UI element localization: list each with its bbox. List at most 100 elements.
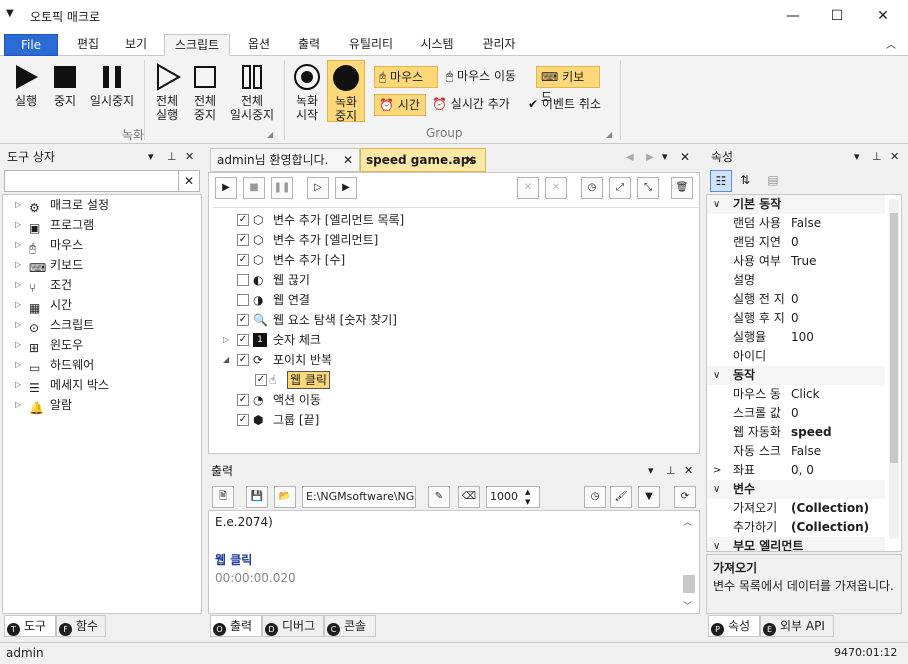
tab-system[interactable]: 시스템: [410, 34, 464, 56]
checkbox[interactable]: ✓: [255, 374, 267, 386]
close-icon[interactable]: ✕: [890, 146, 899, 168]
tab-edit[interactable]: 편집: [66, 34, 110, 56]
pause-button[interactable]: 일시중지: [86, 60, 138, 108]
dropdown-icon[interactable]: ▾: [148, 146, 154, 168]
dropdown-icon[interactable]: ▾: [854, 146, 860, 168]
tab-view[interactable]: 보기: [114, 34, 158, 56]
checkbox[interactable]: ✓: [237, 234, 249, 246]
step-icon[interactable]: ▷: [307, 177, 329, 199]
scroll-down-icon[interactable]: ﹀: [683, 599, 692, 612]
folder-icon[interactable]: 📂: [274, 486, 296, 508]
pause-icon[interactable]: ❚❚: [271, 177, 293, 199]
checkbox[interactable]: [237, 274, 249, 286]
property-row[interactable]: 실행 전 지0: [707, 290, 885, 309]
remove-all-icon[interactable]: ✕: [545, 177, 567, 199]
checkbox[interactable]: ✓: [237, 254, 249, 266]
event-cancel-toggle[interactable]: ✔ 이벤트 취소: [524, 94, 616, 116]
clear-icon[interactable]: ✎: [428, 486, 450, 508]
checkbox[interactable]: ✓: [237, 334, 249, 346]
mouse-move-toggle[interactable]: 🖱 마우스 이동: [442, 66, 534, 88]
property-row[interactable]: 추가하기 (Collection): [707, 518, 885, 537]
checkbox[interactable]: ✓: [237, 354, 249, 366]
stepper-arrows-icon[interactable]: ▲ ▼: [525, 487, 530, 507]
close-icon[interactable]: ✕: [185, 146, 194, 168]
remove-icon[interactable]: ✕: [517, 177, 539, 199]
play-box-icon[interactable]: ▶: [335, 177, 357, 199]
alphabetical-sort-icon[interactable]: ⇅: [734, 170, 756, 192]
expand-icon[interactable]: ⤢: [609, 177, 631, 199]
tab-debug[interactable]: D 디버그: [262, 615, 324, 637]
play-icon[interactable]: ▶: [215, 177, 237, 199]
close-icon[interactable]: ✕: [343, 149, 353, 171]
property-row[interactable]: 랜덤 사용 False: [707, 214, 885, 233]
checkbox[interactable]: ✓: [237, 394, 249, 406]
categorized-icon[interactable]: ☷: [710, 170, 732, 192]
expand-icon[interactable]: >: [713, 461, 721, 480]
record-stop-button[interactable]: 녹화 중지: [327, 60, 365, 123]
property-row[interactable]: 스크롤 값0: [707, 404, 885, 423]
fill-icon[interactable]: ▼: [638, 486, 660, 508]
tab-output[interactable]: 출력: [286, 34, 332, 56]
property-row[interactable]: 실행 후 지0: [707, 309, 885, 328]
property-row[interactable]: 설명: [707, 271, 885, 290]
pause-all-button[interactable]: 전체 일시중지: [224, 60, 280, 122]
run-all-button[interactable]: 전체 실행: [148, 60, 186, 122]
record-start-button[interactable]: 녹화 시작: [290, 60, 324, 122]
system-menu-icon[interactable]: ▼: [6, 8, 14, 19]
keyboard-record-toggle[interactable]: ⌨ 키보드: [536, 66, 600, 104]
dropdown-icon[interactable]: ▾: [648, 460, 654, 482]
doc-tab-speed-game[interactable]: speed game.aps ✕: [360, 148, 486, 172]
scroll-up-icon[interactable]: ︿: [683, 515, 692, 528]
property-row[interactable]: 웹 자동화 speed: [707, 423, 885, 442]
category-basic-action[interactable]: ∨ 기본 동작: [707, 195, 885, 214]
stop-icon[interactable]: ■: [243, 177, 265, 199]
scrollbar-thumb[interactable]: [683, 575, 695, 593]
minimize-button[interactable]: —: [770, 0, 816, 32]
tab-options[interactable]: 옵션: [236, 34, 282, 56]
property-row[interactable]: 가져오기 (Collection): [707, 499, 885, 518]
expand-arrow-icon[interactable]: ▷: [223, 330, 229, 350]
toolbox-search-input[interactable]: [4, 170, 180, 192]
category-variables[interactable]: ∨ 변수: [707, 480, 885, 499]
stop-all-button[interactable]: 전체 중지: [186, 60, 224, 122]
mouse-record-toggle[interactable]: 🖰 마우스: [374, 66, 438, 88]
time-record-toggle[interactable]: ⏰ 시간: [374, 94, 426, 116]
checkbox[interactable]: [237, 294, 249, 306]
collapse-arrow-icon[interactable]: ◢: [223, 350, 229, 370]
tab-file[interactable]: File: [4, 34, 58, 56]
eraser-icon[interactable]: ⌫: [458, 486, 480, 508]
doc-tab-welcome[interactable]: admin님 환영합니다. ✕: [210, 148, 360, 172]
pin-icon[interactable]: ⊥: [167, 146, 177, 168]
new-log-icon[interactable]: 🗎: [212, 486, 234, 508]
checkbox[interactable]: ✓: [237, 214, 249, 226]
tab-external-api[interactable]: E 외부 API: [760, 615, 834, 637]
collapse-icon[interactable]: ⤡: [637, 177, 659, 199]
delete-icon[interactable]: 🗑: [671, 177, 693, 199]
property-row[interactable]: 마우스 동 Click: [707, 385, 885, 404]
scrollbar-track[interactable]: [889, 199, 899, 539]
scroll-right-icon[interactable]: ▶: [646, 152, 654, 163]
realtime-add-toggle[interactable]: ⏰ 실시간 추가: [428, 94, 522, 116]
close-icon[interactable]: ✕: [680, 150, 690, 164]
clear-search-icon[interactable]: ✕: [178, 170, 200, 192]
tab-output-log[interactable]: O 출력: [210, 615, 262, 637]
dropdown-icon[interactable]: ▾: [662, 150, 668, 163]
refresh-icon[interactable]: ⟳: [674, 486, 696, 508]
timer-icon[interactable]: ◷: [581, 177, 603, 199]
maximize-button[interactable]: ☐: [814, 0, 860, 32]
property-row[interactable]: 실행율 100: [707, 328, 885, 347]
dialog-launcher-icon[interactable]: ◢: [606, 130, 612, 139]
tab-admin[interactable]: 관리자: [472, 34, 526, 56]
scrollbar-thumb[interactable]: [890, 213, 898, 463]
save-icon[interactable]: 💾: [246, 486, 268, 508]
pin-icon[interactable]: ⊥: [872, 146, 882, 168]
ribbon-collapse-icon[interactable]: ︿: [886, 36, 896, 51]
tab-console[interactable]: C 콘솔: [324, 615, 376, 637]
run-button[interactable]: 실행: [8, 60, 44, 108]
tab-properties[interactable]: P 속성: [708, 615, 760, 637]
tab-tools[interactable]: T 도구: [4, 615, 56, 637]
close-button[interactable]: ✕: [860, 0, 906, 32]
checkbox[interactable]: ✓: [237, 314, 249, 326]
property-pages-icon[interactable]: ▤: [762, 170, 784, 192]
property-row-coordinates[interactable]: > 좌표 0, 0: [707, 461, 885, 480]
